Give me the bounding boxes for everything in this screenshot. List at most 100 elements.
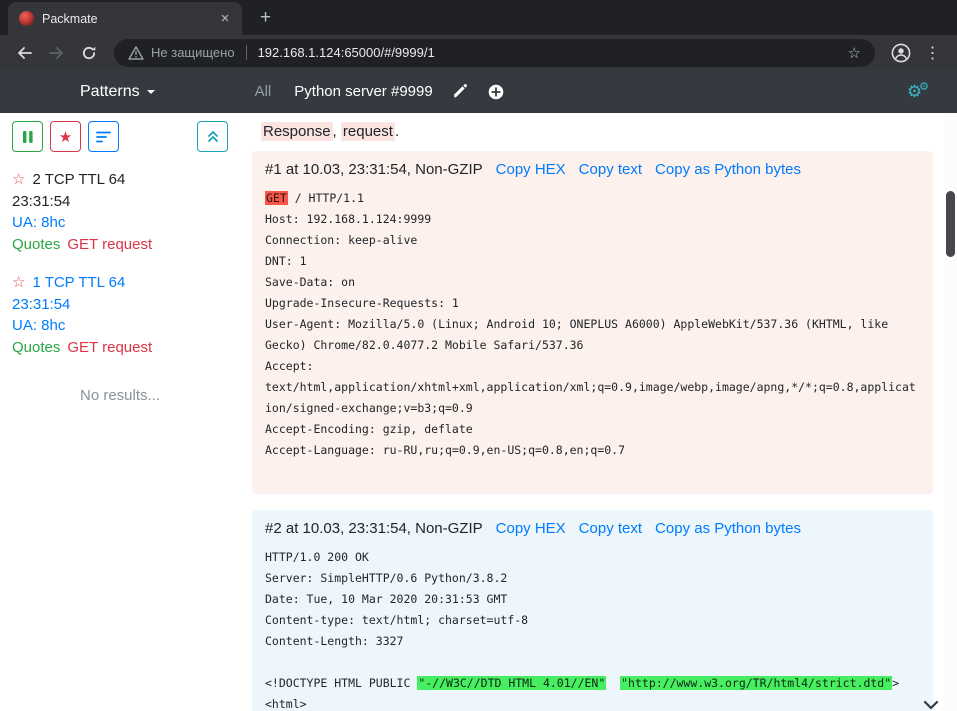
copy-hex-button[interactable]: Copy HEX <box>496 161 566 178</box>
no-results-message: No results... <box>12 387 228 404</box>
text-run: User-Agent: Mozilla/5.0 (Linux; Android … <box>265 317 888 331</box>
bookmark-star-button[interactable]: ☆ <box>846 44 863 62</box>
packet-line: <html> <box>265 694 920 711</box>
back-button[interactable] <box>10 38 39 67</box>
stream-list-item[interactable]: ☆ 2 TCP TTL 64 23:31:54 UA: 8hc Quotes G… <box>12 169 228 255</box>
browser-tab[interactable]: Packmate × <box>8 2 242 35</box>
packet-line: <!DOCTYPE HTML PUBLIC "-//W3C//DTD HTML … <box>265 673 920 694</box>
pattern-legend: Response, request. <box>261 123 933 140</box>
copy-hex-button[interactable]: Copy HEX <box>496 520 566 537</box>
sidebar-toolbar: ★ <box>12 121 228 152</box>
packmate-favicon-icon <box>19 11 34 26</box>
packet-header: #1 at 10.03, 23:31:54, Non-GZIP <box>265 161 483 178</box>
packet-card-request: #1 at 10.03, 23:31:54, Non-GZIP Copy HEX… <box>252 151 933 494</box>
browser-tab-bar: Packmate × + <box>0 0 957 35</box>
text-run: > <box>892 676 899 690</box>
forward-icon <box>48 45 65 61</box>
pattern-tag-get-request: GET request <box>67 234 152 256</box>
stream-title: 2 TCP TTL 64 <box>32 169 125 191</box>
stream-list-item[interactable]: ☆ 1 TCP TTL 64 23:31:54 UA: 8hc Quotes G… <box>12 272 228 358</box>
tab-title: Packmate <box>42 12 208 26</box>
tab-close-button[interactable]: × <box>216 10 234 28</box>
packet-line: Upgrade-Insecure-Requests: 1 <box>265 293 920 314</box>
address-bar[interactable]: Не защищено 192.168.1.124:65000/#/9999/1… <box>114 39 875 67</box>
packet-line: Content-type: text/html; charset=utf-8 <box>265 610 920 631</box>
packet-line: Accept-Encoding: gzip, deflate <box>265 419 920 440</box>
text-run: . <box>395 123 399 140</box>
packet-line: GET / HTTP/1.1 <box>265 188 920 209</box>
chevron-double-up-icon <box>206 129 220 144</box>
browser-toolbar: Не защищено 192.168.1.124:65000/#/9999/1… <box>0 35 957 70</box>
text-run: , <box>333 123 341 140</box>
packet-line: Connection: keep-alive <box>265 230 920 251</box>
text-run: Accept: <box>265 359 313 373</box>
reload-icon <box>81 45 97 61</box>
packet-header: #2 at 10.03, 23:31:54, Non-GZIP <box>265 520 483 537</box>
copy-python-bytes-button[interactable]: Copy as Python bytes <box>655 520 801 537</box>
security-warning-icon <box>128 46 144 60</box>
scroll-to-bottom-button[interactable] <box>923 700 939 710</box>
favorite-star-icon[interactable]: ☆ <box>12 169 25 191</box>
packet-line: Accept-Language: ru-RU,ru;q=0.9,en-US;q=… <box>265 440 920 461</box>
text-run: Gecko) Chrome/82.0.4077.2 Mobile Safari/… <box>265 338 584 352</box>
sidebar: ★ ☆ 2 TCP TTL 64 23:31:54 UA: 8hc Quotes <box>0 113 238 711</box>
star-icon: ★ <box>59 128 72 146</box>
copy-text-button[interactable]: Copy text <box>579 161 642 178</box>
collapse-sidebar-button[interactable] <box>197 121 228 152</box>
stream-user-agent: UA: 8hc <box>12 212 228 234</box>
patterns-label: Patterns <box>80 83 140 101</box>
page-content: ★ ☆ 2 TCP TTL 64 23:31:54 UA: 8hc Quotes <box>0 113 957 711</box>
packet-line: text/html,application/xhtml+xml,applicat… <box>265 377 920 398</box>
pattern-tag-quotes: Quotes <box>12 337 60 359</box>
caret-down-icon <box>147 90 155 98</box>
pattern-tag-get-request: GET request <box>67 337 152 359</box>
pause-icon <box>22 130 34 144</box>
patterns-dropdown[interactable]: Patterns <box>80 83 155 101</box>
stream-filter-button[interactable] <box>88 121 119 152</box>
new-tab-button[interactable]: + <box>260 8 271 27</box>
packet-body: GET / HTTP/1.1 Host: 192.168.1.124:9999 Co… <box>265 188 920 482</box>
app-navbar: Patterns All Python server #9999 ⚙ ⚙ <box>0 70 957 113</box>
text-run: ion/signed-exchange;v=b3;q=0.9 <box>265 401 473 415</box>
pattern-match: Response <box>261 122 333 141</box>
pattern-tag-quotes: Quotes <box>12 234 60 256</box>
settings-button[interactable]: ⚙ ⚙ <box>907 83 929 100</box>
add-pattern-button[interactable] <box>488 84 504 100</box>
back-icon <box>16 45 33 61</box>
text-run: <!DOCTYPE HTML PUBLIC <box>265 676 417 690</box>
tab-current-pattern[interactable]: Python server #9999 <box>294 83 432 100</box>
pattern-match: "-//W3C//DTD HTML 4.01//EN" <box>417 676 606 690</box>
forward-button[interactable] <box>42 38 71 67</box>
copy-python-bytes-button[interactable]: Copy as Python bytes <box>655 161 801 178</box>
url-text: 192.168.1.124:65000/#/9999/1 <box>258 45 838 60</box>
packet-line: Save-Data: on <box>265 272 920 293</box>
packet-line: DNT: 1 <box>265 251 920 272</box>
browser-window: Packmate × + Не защищено 192.168.1.124:6… <box>0 0 957 711</box>
text-run: <html> <box>265 697 307 711</box>
pause-capture-button[interactable] <box>12 121 43 152</box>
favorite-star-icon[interactable]: ☆ <box>12 272 25 294</box>
text-run: Accept-Encoding: gzip, deflate <box>265 422 473 436</box>
pattern-match: request <box>341 122 395 141</box>
pattern-match: GET <box>265 191 288 205</box>
copy-text-button[interactable]: Copy text <box>579 520 642 537</box>
reload-button[interactable] <box>74 38 103 67</box>
browser-menu-button[interactable]: ⋮ <box>918 38 947 67</box>
chevron-down-icon <box>923 700 939 710</box>
pencil-icon <box>453 84 468 99</box>
text-run: text/html,application/xhtml+xml,applicat… <box>265 380 916 394</box>
edit-pattern-button[interactable] <box>453 84 468 99</box>
favorites-filter-button[interactable]: ★ <box>50 121 81 152</box>
text-run <box>606 676 620 690</box>
scrollbar-thumb[interactable] <box>946 191 955 257</box>
packet-line: Host: 192.168.1.124:9999 <box>265 209 920 230</box>
scrollbar <box>945 113 957 711</box>
security-chip[interactable]: Не защищено <box>128 45 235 60</box>
stream-timestamp: 23:31:54 <box>12 294 228 316</box>
tab-all-streams[interactable]: All <box>255 83 272 100</box>
gear-small-icon: ⚙ <box>919 82 929 93</box>
stream-title: 1 TCP TTL 64 <box>32 272 125 294</box>
profile-avatar-button[interactable] <box>886 38 915 67</box>
text-run: Host: 192.168.1.124:9999 <box>265 212 431 226</box>
packet-list: Response, request. #1 at 10.03, 23:31:54… <box>238 113 957 711</box>
